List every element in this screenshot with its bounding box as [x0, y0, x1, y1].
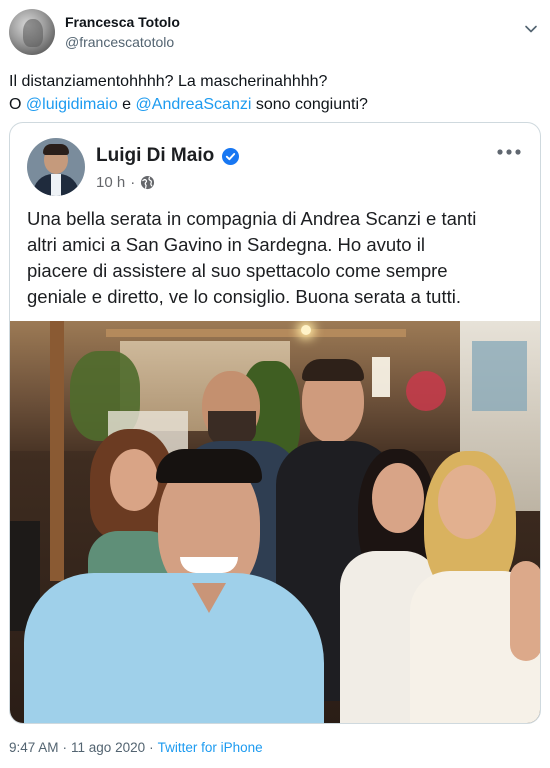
- page-avatar: [27, 138, 85, 196]
- tweet-source-link[interactable]: Twitter for iPhone: [158, 740, 263, 755]
- group-photo: [10, 321, 540, 723]
- author-avatar[interactable]: [9, 9, 55, 55]
- tweet-text: Il distanziamentohhhh? La mascherinahhhh…: [9, 70, 539, 116]
- tweet-footer: 9:47 AM · 11 ago 2020 · Twitter for iPho…: [9, 740, 263, 755]
- post-text-line: piacere di assistere al suo spettacolo c…: [27, 260, 448, 281]
- post-meta: 10 h ·: [96, 174, 155, 191]
- embedded-image[interactable]: Luigi Di Maio 10 h · Una bella serata in…: [9, 122, 541, 724]
- meta-separator: ·: [130, 174, 136, 191]
- tweet-text-prefix: O: [9, 96, 26, 113]
- tweet-text-mid: e: [117, 96, 136, 113]
- mention-luigidimaio[interactable]: @luigidimaio: [26, 96, 118, 113]
- post-text-line: altri amici a San Gavino in Sardegna. Ho…: [27, 234, 425, 255]
- verified-badge-icon: [222, 148, 239, 165]
- post-text-line: Una bella serata in compagnia di Andrea …: [27, 208, 477, 229]
- globe-icon: [141, 175, 155, 190]
- tweet-line-2: O @luigidimaio e @AndreaScanzi sono cong…: [9, 93, 539, 116]
- footer-separator: ·: [62, 740, 68, 755]
- footer-separator: ·: [149, 740, 154, 755]
- tweet-text-suffix: sono congiunti?: [251, 96, 368, 113]
- more-options-icon: [497, 149, 521, 155]
- page-name: Luigi Di Maio: [96, 145, 215, 166]
- author-name[interactable]: Francesca Totolo: [65, 14, 180, 30]
- mention-andreascanzi[interactable]: @AndreaScanzi: [136, 96, 252, 113]
- tweet: Francesca Totolo @francescatotolo Il dis…: [0, 0, 550, 768]
- chevron-down-icon[interactable]: [524, 22, 538, 36]
- post-text: Una bella serata in compagnia di Andrea …: [27, 206, 532, 310]
- tweet-time[interactable]: 9:47 AM: [9, 740, 59, 755]
- post-text-line: geniale e diretto, ve lo consiglio. Buon…: [27, 286, 461, 307]
- tweet-date[interactable]: 11 ago 2020: [71, 740, 145, 755]
- author-handle[interactable]: @francescatotolo: [65, 34, 174, 50]
- tweet-line-1: Il distanziamentohhhh? La mascherinahhhh…: [9, 73, 328, 90]
- post-time: 10 h: [96, 174, 126, 191]
